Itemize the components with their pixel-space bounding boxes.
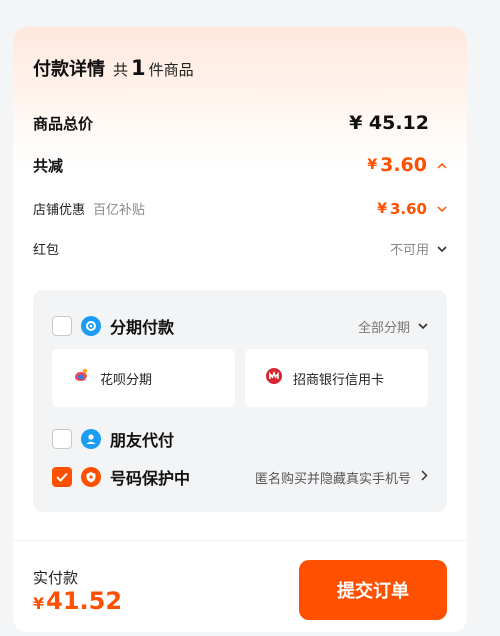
actual-pay-label: 实付款 (33, 569, 79, 587)
actual-pay-currency: ¥ (33, 594, 45, 613)
chevron-down-icon[interactable] (418, 319, 428, 333)
cmb-credit-card-option[interactable]: 招商银行信用卡 (245, 349, 428, 407)
huabei-icon (72, 367, 90, 389)
number-protect-desc: 匿名购买并隐藏真实手机号 (254, 471, 411, 487)
footer-divider (13, 540, 467, 541)
submit-order-button[interactable]: 提交订单 (299, 560, 447, 620)
redpack-label: 红包 (33, 243, 60, 258)
item-count-number: 1 (131, 56, 146, 80)
number-protect-row[interactable]: 号码保护中 匿名购买并隐藏真实手机号 (52, 465, 428, 489)
payment-details-card: 付款详情 共 1 件商品 商品总价 ¥ 45.12 共减 ¥ 3.60 店铺优惠… (13, 27, 467, 632)
actual-pay-value: 41.52 (46, 587, 123, 615)
chevron-down-icon[interactable] (437, 202, 447, 216)
installment-row[interactable]: 分期付款 全部分期 (52, 314, 428, 338)
shop-discount-value: 3.60 (389, 199, 427, 218)
total-price-row: 商品总价 ¥ 45.12 (33, 112, 447, 134)
number-protect-checkbox[interactable] (52, 467, 72, 487)
reduction-row[interactable]: 共减 ¥ 3.60 (33, 154, 447, 176)
chevron-up-icon[interactable] (437, 158, 447, 172)
shop-discount-amount[interactable]: ¥ 3.60 (377, 200, 447, 218)
reduction-label: 共减 (33, 156, 64, 175)
cmb-bank-icon (265, 367, 283, 389)
checkmark-icon (56, 472, 68, 482)
item-count: 共 1 件商品 (113, 56, 194, 80)
friend-pay-row[interactable]: 朋友代付 (52, 427, 428, 451)
redpack-row[interactable]: 红包 不可用 (33, 239, 447, 258)
installment-action-label: 全部分期 (357, 320, 410, 336)
number-protect-label: 号码保护中 (110, 469, 191, 488)
installment-action[interactable]: 全部分期 (358, 317, 428, 336)
installment-checkbox[interactable] (52, 316, 72, 336)
reduction-currency: ¥ (367, 157, 378, 173)
friend-pay-label: 朋友代付 (110, 431, 175, 450)
chevron-right-icon[interactable] (421, 470, 428, 484)
reduction-value: 3.60 (380, 154, 427, 176)
shop-discount-sub: 百亿补贴 (93, 203, 146, 218)
redpack-status: 不可用 (389, 243, 429, 258)
shop-discount-row[interactable]: 店铺优惠 百亿补贴 ¥ 3.60 (33, 199, 447, 218)
shop-discount-label: 店铺优惠 (33, 203, 86, 218)
payment-options-panel: 分期付款 全部分期 花呗分期 招商银行信用卡 朋友代付 号码保护中 匿名购买并隐… (33, 290, 447, 512)
total-price-label: 商品总价 (33, 114, 94, 133)
installment-label: 分期付款 (110, 318, 175, 337)
friend-pay-icon (81, 429, 101, 449)
redpack-status-group[interactable]: 不可用 (390, 239, 447, 258)
card-gradient-bg (13, 27, 467, 167)
item-count-prefix: 共 (113, 61, 129, 79)
friend-pay-checkbox[interactable] (52, 429, 72, 449)
chevron-down-icon[interactable] (437, 242, 447, 256)
huabei-installment-option[interactable]: 花呗分期 (52, 349, 235, 407)
number-protect-desc-group[interactable]: 匿名购买并隐藏真实手机号 (255, 468, 428, 487)
page-title: 付款详情 (33, 59, 105, 80)
huabei-label: 花呗分期 (100, 372, 153, 388)
reduction-amount[interactable]: ¥ 3.60 (367, 154, 447, 176)
actual-pay-amount: ¥ 41.52 (33, 587, 122, 615)
number-protect-icon (81, 467, 101, 487)
cmb-label: 招商银行信用卡 (293, 372, 385, 388)
shop-discount-label-group: 店铺优惠 百亿补贴 (33, 199, 145, 218)
total-price-amount: ¥ 45.12 (349, 112, 429, 134)
item-count-suffix: 件商品 (148, 61, 194, 79)
shop-discount-currency: ¥ (377, 200, 387, 217)
title-row: 付款详情 共 1 件商品 (33, 55, 194, 81)
installment-icon (81, 316, 101, 336)
